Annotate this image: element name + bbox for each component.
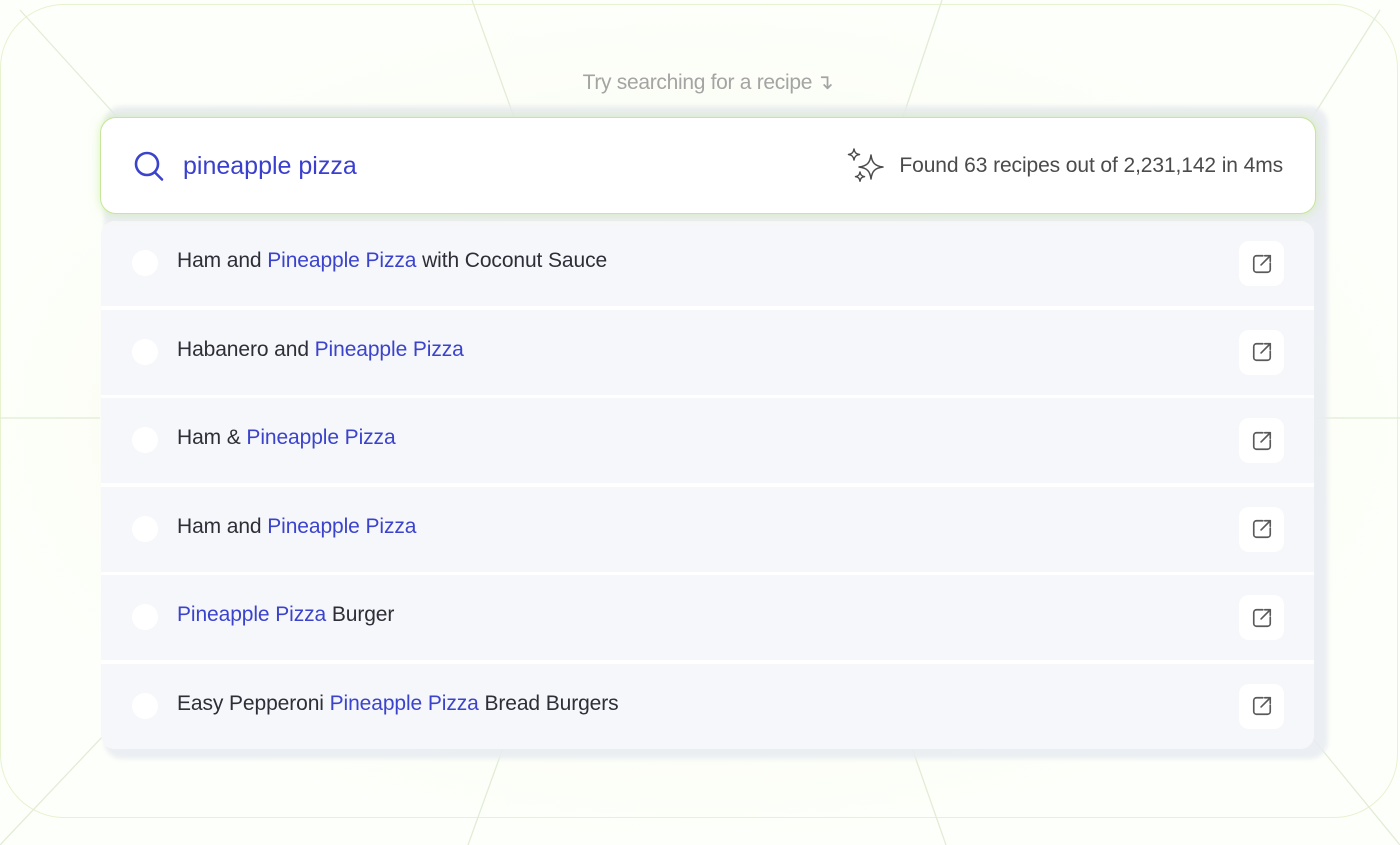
results-count-text: Found 63 recipes out of 2,231,142 in 4ms [899, 154, 1283, 177]
list-item[interactable]: Habanero and Pineapple Pizza [101, 309, 1314, 395]
recipe-title-highlight: Pineapple Pizza [246, 426, 396, 449]
external-link-icon [1252, 608, 1271, 627]
open-recipe-button[interactable] [1239, 329, 1284, 375]
recipe-title-highlight: Pineapple Pizza [314, 337, 464, 361]
radio-button[interactable] [132, 338, 158, 365]
external-link-icon [1252, 519, 1271, 539]
recipe-title-prefix: Easy Pepperoni [177, 691, 330, 715]
list-item[interactable]: Ham and Pineapple Pizza with Coconut Sau… [101, 221, 1314, 306]
recipe-title[interactable]: Ham and Pineapple Pizza [177, 515, 416, 539]
radio-button[interactable] [132, 692, 158, 719]
open-recipe-button[interactable] [1239, 418, 1284, 463]
recipe-title-prefix: Ham & [177, 426, 247, 449]
recipe-title[interactable]: Ham and Pineapple Pizza with Coconut Sau… [177, 249, 607, 273]
recipe-title[interactable]: Pineapple Pizza Burger [177, 603, 394, 627]
recipe-title-prefix: Habanero and [177, 337, 315, 361]
external-link-icon [1252, 431, 1271, 450]
radio-button[interactable] [132, 515, 158, 542]
sparkle-icon [848, 148, 885, 182]
external-link-icon [1252, 696, 1271, 716]
recipe-title[interactable]: Easy Pepperoni Pineapple Pizza Bread Bur… [177, 692, 619, 716]
list-item[interactable]: Ham & Pineapple Pizza [101, 398, 1314, 483]
open-recipe-button[interactable] [1239, 595, 1284, 640]
external-link-icon [1252, 342, 1271, 362]
search-hint-text: Try searching for a recipe [582, 71, 813, 94]
open-recipe-button[interactable] [1239, 683, 1284, 729]
search-box[interactable]: Found 63 recipes out of 2,231,142 in 4ms [100, 117, 1316, 214]
recipe-title-prefix: Ham and [177, 249, 268, 272]
recipe-title-prefix: Ham and [177, 514, 268, 538]
results-list: Ham and Pineapple Pizza with Coconut Sau… [101, 221, 1314, 749]
list-item[interactable]: Ham and Pineapple Pizza [101, 486, 1314, 572]
recipe-title-highlight: Pineapple Pizza [177, 603, 327, 626]
radio-button[interactable] [132, 604, 158, 630]
radio-button[interactable] [132, 250, 158, 276]
search-icon [134, 151, 164, 181]
recipe-title-suffix: with Coconut Sauce [416, 249, 608, 272]
search-hint: Try searching for a recipe ↴ [0, 70, 1400, 95]
recipe-title-highlight: Pineapple Pizza [329, 691, 479, 715]
list-item[interactable]: Pineapple Pizza Burger [101, 575, 1314, 660]
recipe-title-suffix: Burger [326, 603, 395, 626]
hint-arrow-icon: ↴ [816, 71, 834, 94]
external-link-icon [1252, 254, 1271, 273]
search-input[interactable] [183, 148, 783, 184]
radio-button[interactable] [132, 427, 158, 453]
list-item[interactable]: Easy Pepperoni Pineapple Pizza Bread Bur… [101, 663, 1314, 749]
recipe-title-highlight: Pineapple Pizza [267, 249, 417, 272]
recipe-title[interactable]: Habanero and Pineapple Pizza [177, 338, 464, 362]
open-recipe-button[interactable] [1239, 506, 1284, 552]
recipe-title-highlight: Pineapple Pizza [267, 514, 417, 538]
recipe-title-suffix: Bread Burgers [478, 691, 619, 715]
search-stats: Found 63 recipes out of 2,231,142 in 4ms [847, 148, 1283, 183]
recipe-title[interactable]: Ham & Pineapple Pizza [177, 426, 396, 450]
open-recipe-button[interactable] [1239, 241, 1284, 286]
